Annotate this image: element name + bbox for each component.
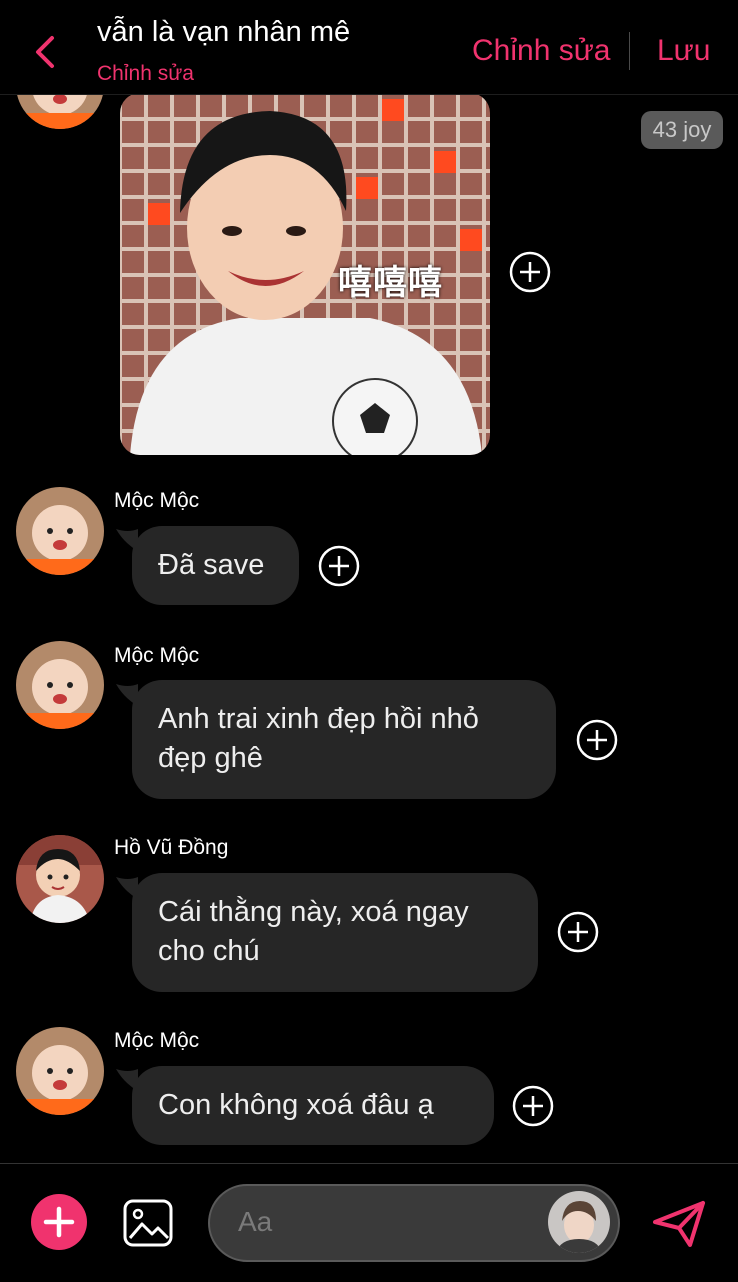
header-divider [629, 32, 630, 70]
message-input[interactable]: Aa [208, 1184, 620, 1262]
message-text: Đã save [158, 549, 265, 581]
message-composer: Aa [0, 1163, 738, 1282]
save-button[interactable]: Lưu [657, 34, 710, 68]
message-bubble[interactable]: Con không xoá đâu ạ [132, 1066, 494, 1145]
avatar[interactable] [16, 835, 104, 923]
avatar[interactable] [16, 487, 104, 575]
sender-name: Mộc Mộc [114, 489, 200, 512]
chevron-left-icon[interactable] [28, 30, 68, 74]
chat-subtitle[interactable]: Chỉnh sửa [97, 62, 194, 86]
edit-button[interactable]: Chỉnh sửa [472, 34, 611, 68]
avatar[interactable] [16, 641, 104, 729]
message-bubble[interactable]: Đã save [132, 526, 299, 605]
plus-circle-icon[interactable] [576, 719, 618, 761]
chat-header: vẫn là vạn nhân mê Chỉnh sửa Chỉnh sửa L… [0, 0, 738, 95]
message-bubble[interactable]: Anh trai xinh đẹp hồi nhỏ đẹp ghê [132, 680, 556, 799]
add-icon [43, 1206, 75, 1238]
chat-title: vẫn là vạn nhân mê [97, 16, 351, 48]
message-text: Anh trai xinh đẹp hồi nhỏ đẹp ghê [158, 703, 479, 774]
message-input-placeholder: Aa [238, 1206, 273, 1237]
sender-name: Mộc Mộc [114, 644, 200, 667]
plus-circle-icon[interactable] [509, 251, 551, 293]
reaction-badge[interactable]: 43 joy [641, 111, 723, 149]
add-button[interactable] [31, 1194, 87, 1250]
avatar[interactable] [548, 1191, 610, 1253]
sender-name: Hồ Vũ Đồng [114, 836, 229, 859]
plus-circle-icon[interactable] [557, 911, 599, 953]
message-text: Con không xoá đâu ạ [158, 1089, 434, 1121]
gallery-icon[interactable] [122, 1198, 174, 1248]
sender-name: Mộc Mộc [114, 1029, 200, 1052]
photo-message[interactable]: 嘻嘻嘻 [120, 95, 490, 455]
plus-circle-icon[interactable] [512, 1085, 554, 1127]
message-bubble[interactable]: Cái thằng này, xoá ngay cho chú [132, 873, 538, 992]
plus-circle-icon[interactable] [318, 545, 360, 587]
message-list[interactable]: 嘻嘻嘻 43 joy Mộc Mộc Đã save Mộc Mộc Anh t… [0, 95, 738, 1163]
photo-caption: 嘻嘻嘻 [338, 264, 443, 302]
avatar[interactable] [16, 95, 104, 129]
send-icon[interactable] [652, 1200, 706, 1248]
avatar[interactable] [16, 1027, 104, 1115]
message-text: Cái thằng này, xoá ngay cho chú [158, 896, 469, 967]
